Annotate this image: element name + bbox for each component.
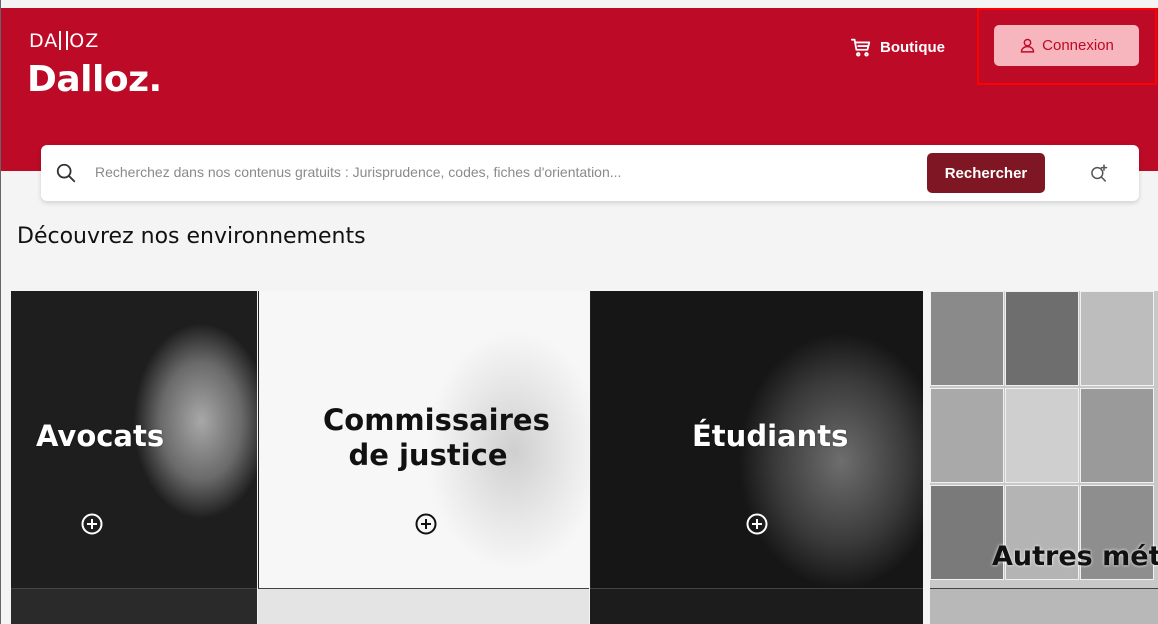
user-icon [1020, 38, 1035, 53]
dalloz-logo[interactable]: Dalloz. [27, 59, 162, 100]
portrait-photo [930, 388, 1004, 483]
plus-circle-icon[interactable] [745, 512, 769, 536]
search-button[interactable]: Rechercher [927, 153, 1045, 193]
section-title: Découvrez nos environnements [17, 224, 366, 249]
boutique-label: Boutique [880, 38, 945, 56]
tile-row-2-partial [258, 588, 589, 624]
tile-autres-metiers-label: Autres métiers [992, 541, 1158, 572]
tile-autres-metiers[interactable]: Autres métiers [930, 291, 1158, 588]
tile-avocats-label: Avocats [36, 419, 165, 453]
tile-row-2-partial [590, 588, 923, 624]
search-bar: Recherchez dans nos contenus gratuits : … [41, 145, 1139, 201]
logo-bars-icon [59, 31, 69, 50]
portrait-photo [1005, 291, 1079, 386]
page: DA OZ Dalloz. Boutique Connexion Recherch… [0, 0, 1158, 624]
connexion-label: Connexion [1042, 37, 1114, 54]
tile-row-2-partial [930, 588, 1158, 624]
portrait-photo [1005, 388, 1079, 483]
boutique-link[interactable]: Boutique [850, 36, 945, 58]
portrait-photo [930, 291, 1004, 386]
tile-commissaires-de-justice[interactable]: Commissaires de justice [258, 291, 589, 588]
portrait-photo [1080, 291, 1154, 386]
search-input[interactable]: Recherchez dans nos contenus gratuits : … [95, 164, 621, 180]
tile-commissaires-line2: de justice [348, 437, 508, 472]
logo-small-right: OZ [69, 30, 100, 52]
tile-etudiants[interactable]: Étudiants [590, 291, 923, 588]
tile-commissaires-label: Commissaires de justice [323, 403, 550, 473]
tile-avocats[interactable]: Avocats [11, 291, 257, 588]
plus-circle-icon[interactable] [80, 512, 104, 536]
connexion-button[interactable]: Connexion [994, 25, 1139, 66]
search-icon [56, 163, 76, 183]
cart-icon [850, 38, 871, 57]
tile-row-2-partial [11, 588, 257, 624]
plus-circle-icon[interactable] [414, 512, 438, 536]
portrait-photo [1080, 388, 1154, 483]
logo-small-left: DA [29, 30, 59, 52]
advanced-search-icon[interactable] [1089, 163, 1109, 183]
tile-commissaires-line1: Commissaires [323, 403, 550, 437]
dalloz-small-logo[interactable]: DA OZ [29, 30, 99, 52]
tile-etudiants-label: Étudiants [692, 419, 849, 453]
